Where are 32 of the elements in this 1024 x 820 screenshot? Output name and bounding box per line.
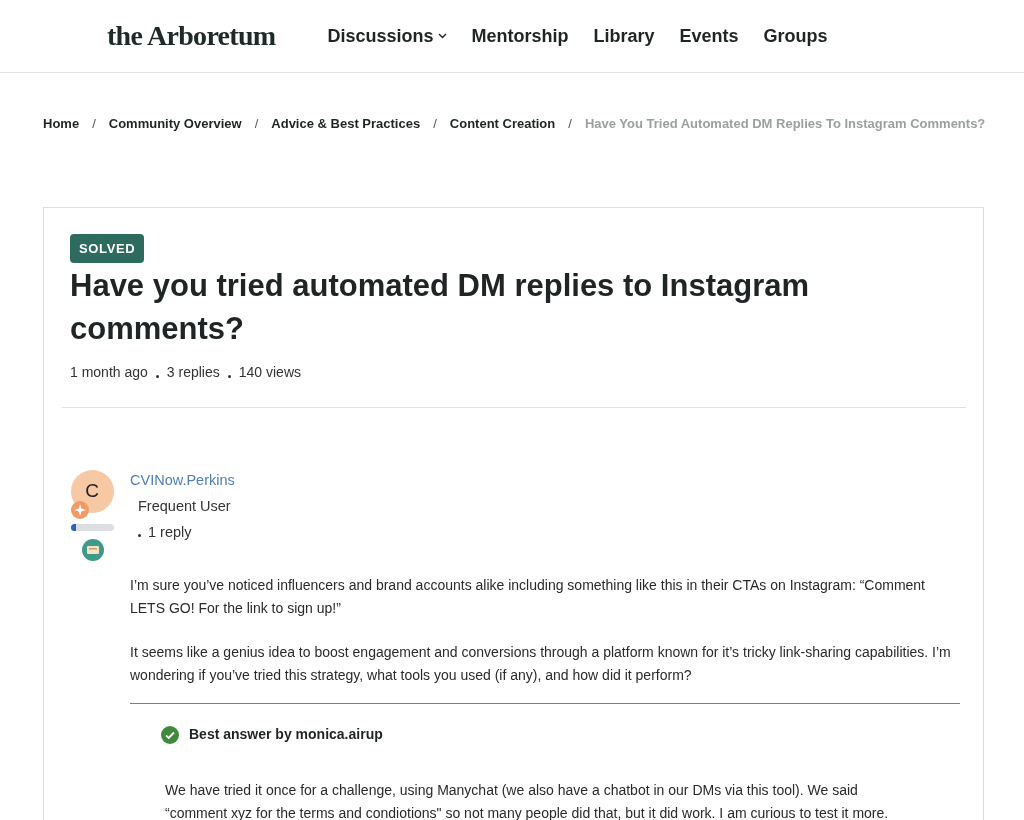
post-meta: 140 views [238, 363, 302, 382]
breadcrumb-separator: / [254, 115, 259, 133]
post-title: Have you tried automated DM replies to Instagram comments? [70, 267, 810, 348]
solved-badge: SOLVED [70, 233, 145, 263]
nav-link[interactable]: Library [593, 22, 655, 50]
best-answer-heading: Best answer by monica.airup [189, 725, 383, 744]
site-logo[interactable]: the Arboretum [107, 15, 276, 57]
breadcrumb-link[interactable]: Advice & Best Practices [271, 114, 421, 134]
check-circle-icon [161, 725, 179, 744]
breadcrumb-separator: / [433, 115, 437, 133]
chat-badge-icon [82, 539, 104, 561]
breadcrumb-link[interactable]: Home [43, 114, 80, 134]
post-meta: 3 replies [166, 363, 220, 382]
current-page-title: Have You Tried Automated DM Replies To Instagram Comments? [584, 115, 986, 133]
nav-link[interactable]: Events [679, 22, 739, 50]
chevron-down-icon [437, 33, 447, 39]
breadcrumb-separator: / [568, 115, 572, 133]
breadcrumb-link[interactable]: Content Creation [449, 114, 556, 134]
nav-link[interactable]: Discussions [327, 22, 447, 50]
best-answer-text: We have tried it once for a challenge, using Manychat (we also have a chatbot in our DMs via this tool). We said “comment xyz for the terms and condiotions" so not many people did that, but it did work. I am curious to test it more. [165, 781, 890, 820]
nav-link[interactable]: Groups [763, 22, 828, 50]
author-replies: 1 reply [148, 522, 192, 542]
sparkle-badge-icon [70, 501, 89, 519]
breadcrumb-link[interactable]: Community Overview [108, 114, 242, 134]
author-name[interactable]: CVINow.Perkins [130, 470, 235, 492]
post-paragraph: I’m sure you’ve noticed influencers and brand accounts alike including something like this in their CTAs on Instagram: “Comment LETS GO! For the link to sign up!” [130, 576, 926, 618]
post-meta: 1 month ago [70, 363, 148, 382]
post-paragraph: It seems like a genius idea to boost engagement and conversions through a platform known for it’s tricky link-sharing capabilities. I’m wondering if you’ve tried this strategy, what tools you used (if any), and how did it perform? [130, 643, 952, 685]
nav-link[interactable]: Mentorship [471, 22, 569, 50]
author-rank: Frequent User [138, 496, 232, 516]
breadcrumb-separator: / [92, 115, 96, 133]
user-avatar[interactable]: C [70, 470, 114, 513]
